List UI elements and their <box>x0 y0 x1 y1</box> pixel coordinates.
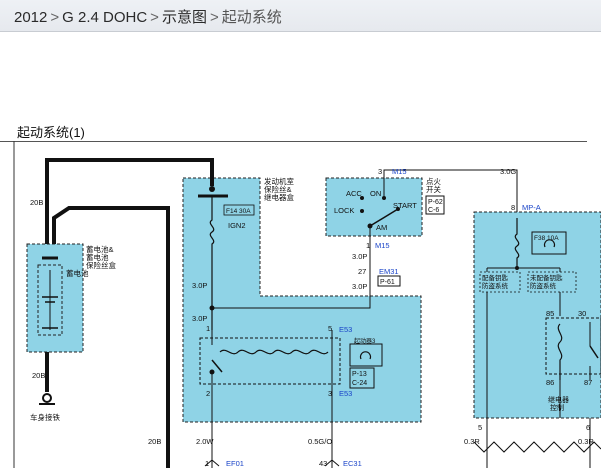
battery-fuse-box <box>26 243 84 353</box>
ign-position-label: LOCK <box>334 206 354 215</box>
label-line: 继电器 <box>548 395 569 404</box>
junction-dot <box>209 186 215 192</box>
wire-label: 3.0P <box>192 281 207 290</box>
alarm1-label: 配备钥匙 防盗系统 <box>482 273 510 290</box>
pin-label: 1 <box>205 459 209 468</box>
ign-ref-label: C-6 <box>428 207 439 214</box>
fuse-f14-label: F14 30A <box>226 208 251 215</box>
wire-label: 3.0P <box>192 314 207 323</box>
label-line: 开关 <box>426 184 441 194</box>
label-line: 保险丝盒 <box>86 260 116 270</box>
wire-label: 3.0P <box>352 282 367 291</box>
connector-label: M15 <box>375 241 390 250</box>
em31-ref-label: P-61 <box>380 279 395 286</box>
wire-label: 0.3R <box>578 437 594 446</box>
pin-label: 87 <box>584 378 592 387</box>
wire-label: 0.5G/O <box>308 437 332 446</box>
relay-ref-label: P-13 <box>352 371 367 378</box>
pin-label: 3 <box>328 389 332 398</box>
relay-ref-label: C-24 <box>352 380 367 387</box>
ign-position-label: ON <box>370 189 381 198</box>
starter-relay-label: 起动器3 <box>354 337 376 345</box>
pin-label: 85 <box>546 309 554 318</box>
connector-label: EC31 <box>343 459 362 468</box>
wire-label: 3.0G <box>500 167 516 176</box>
connector-label: MP-A <box>522 203 541 212</box>
label-line: 未配备钥匙 <box>530 273 563 282</box>
ground-icon <box>42 393 52 403</box>
wire-label: 20B <box>30 198 43 207</box>
pin-label: 30 <box>578 309 586 318</box>
ign-contact-dot <box>382 196 386 200</box>
pin-label: 5 <box>328 324 332 333</box>
label-line: 控制 <box>550 403 564 412</box>
wire-label: 3.0P <box>352 252 367 261</box>
battery-label: 蓄电池 <box>66 268 89 278</box>
ign-ref-label: P-62 <box>428 199 443 206</box>
ign-position-label: AM <box>376 223 387 232</box>
battery-fuse-box-label: 蓄电池& 蓄电池 保险丝盒 <box>86 244 116 270</box>
pin-label: 1 <box>206 324 210 333</box>
pin-label: 43 <box>319 459 327 468</box>
connector-label: E53 <box>339 389 352 398</box>
label-line: 防盗系统 <box>530 281 557 290</box>
pin-label: 2 <box>206 389 210 398</box>
pin-label: 6 <box>586 423 590 432</box>
connector-label: M15 <box>392 167 407 176</box>
wire-label: 20B <box>32 371 45 380</box>
pin-label: 8 <box>511 203 515 212</box>
label-line: 配备钥匙 <box>482 273 509 282</box>
ground-label: 车身接铁 <box>30 412 60 422</box>
wiring-diagram: 20B 20B 20B 蓄电池& 蓄电池 保险丝盒 蓄电池 车身接铁 发动机室 … <box>13 141 601 468</box>
connector-label: EM31 <box>379 267 399 276</box>
pin-label: 1 <box>366 241 370 250</box>
pin-label: 86 <box>546 378 554 387</box>
wire-label: 20B <box>148 437 161 446</box>
wire-label: 0.3R <box>464 437 480 446</box>
connector-label: EF01 <box>226 459 244 468</box>
ign-position-label: START <box>393 201 417 210</box>
pin-label: 27 <box>358 267 366 276</box>
pin-label: 3 <box>378 167 382 176</box>
wire-label: 2.0W <box>196 437 214 446</box>
pin-label: 5 <box>478 423 482 432</box>
junction-dot <box>515 266 519 270</box>
label-line: 防盗系统 <box>482 281 509 290</box>
fuse-f38-label: F38 10A <box>534 235 559 242</box>
connector-label: E53 <box>339 325 352 334</box>
ign-position-label: ACC <box>346 189 362 198</box>
ignition-switch-label: 点火 开关 <box>426 177 443 194</box>
label-line: 继电器盒 <box>264 192 294 202</box>
ign-contact-dot <box>360 209 364 213</box>
junction-dot <box>209 305 215 311</box>
ign2-label: IGN2 <box>228 221 246 230</box>
relay-box-label: 发动机室 保险丝& 继电器盒 <box>264 176 296 202</box>
